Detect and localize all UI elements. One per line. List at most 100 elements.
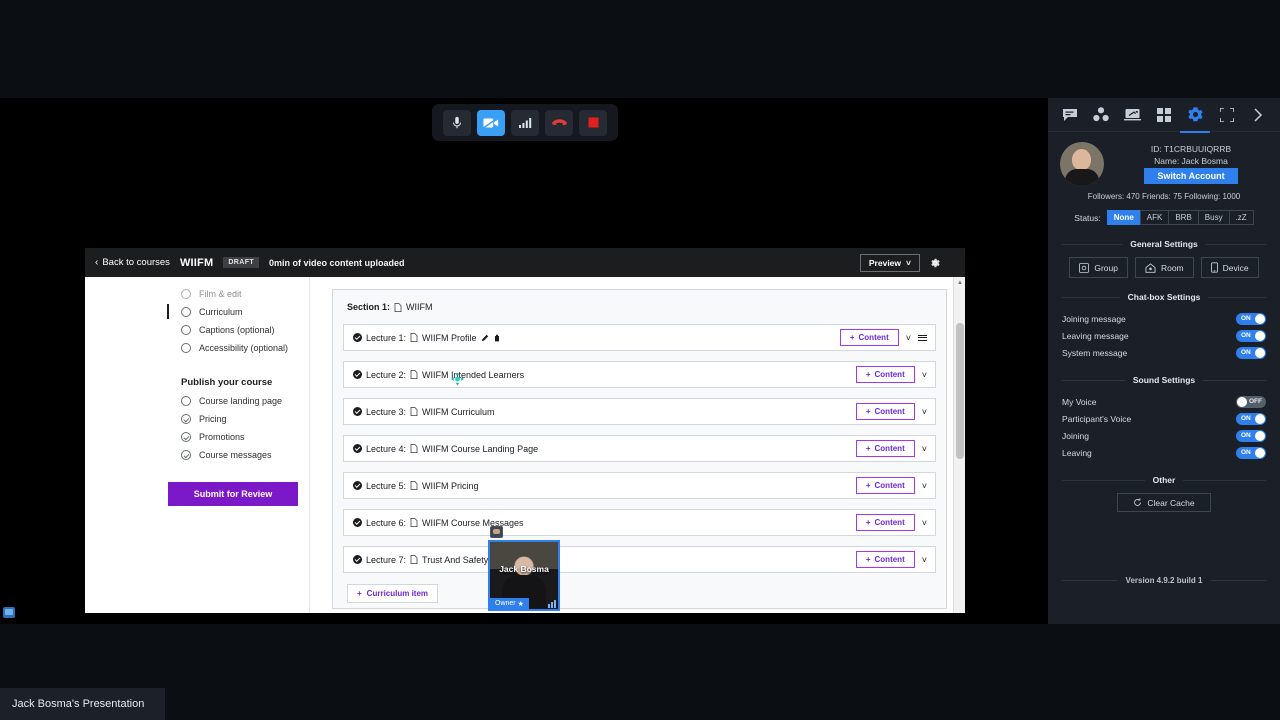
sidebar-item-course-landing-page[interactable]: Course landing page [85, 392, 310, 410]
leaving-sound-toggle[interactable]: ON [1236, 446, 1266, 459]
lecture-prefix: Lecture 7: [366, 554, 407, 565]
trash-icon[interactable] [493, 334, 501, 342]
device-settings-button[interactable]: Device [1200, 257, 1259, 278]
sidebar-tab-bar [1048, 98, 1280, 133]
scroll-up-arrow-icon[interactable]: ▲ [957, 280, 963, 286]
chevron-down-icon[interactable]: ˅ [922, 407, 927, 417]
joining-sound-toggle[interactable]: ON [1236, 429, 1266, 442]
preview-button[interactable]: Preview ˅ [859, 253, 920, 272]
fullscreen-tab[interactable] [1215, 103, 1239, 127]
udemy-course-header: ‹ Back to courses WIIFM DRAFT 0min of vi… [85, 248, 965, 277]
back-to-courses-link[interactable]: ‹ Back to courses [95, 257, 170, 268]
check-circle-icon [353, 370, 362, 379]
table-row[interactable]: Lecture 3: WIIFM Curriculum + Content ˅ [343, 398, 936, 425]
page-scrollbar[interactable]: ▲ ▼ [953, 277, 965, 613]
row-actions: + Content ˅ [855, 366, 927, 383]
status-option-afk[interactable]: AFK [1139, 210, 1169, 225]
my-voice-toggle[interactable]: OFF [1236, 395, 1266, 408]
profile-details: ID: T1CRBUUIQRRB Name: Jack Bosma Switch… [1114, 142, 1268, 186]
document-icon [410, 444, 418, 453]
self-view-tile[interactable]: Jack Bosma Owner ★ [488, 540, 560, 611]
lecture-prefix: Lecture 3: [366, 406, 407, 417]
chevron-down-icon[interactable]: ˅ [922, 481, 927, 491]
add-curriculum-item-button[interactable]: + Curriculum item [347, 584, 439, 603]
check-circle-icon [353, 518, 362, 527]
sidebar-item-film-edit[interactable]: Film & edit [85, 285, 310, 303]
add-content-button[interactable]: + Content [855, 514, 915, 531]
add-content-button[interactable]: + Content [855, 477, 915, 494]
screenshare-tab[interactable] [1121, 103, 1145, 127]
chevron-down-icon[interactable]: ˅ [906, 333, 911, 343]
version-label: Version 4.9.2 build 1 [1062, 576, 1266, 585]
status-badge: Owner ★ [490, 598, 529, 609]
record-button[interactable] [579, 109, 607, 136]
sidebar-item-promotions[interactable]: Promotions [85, 428, 310, 446]
microphone-button[interactable] [443, 109, 471, 136]
table-row[interactable]: Lecture 7: Trust And Safety + Content ˅ [343, 546, 936, 573]
add-content-button[interactable]: + Content [839, 329, 899, 346]
table-row[interactable]: Lecture 2: WIIFM Intended Learners + Con… [343, 361, 936, 388]
presenter-thumbnail-icon [490, 526, 503, 538]
sidebar-item-captions[interactable]: Captions (optional) [85, 321, 310, 339]
camera-button[interactable] [477, 109, 505, 136]
screen-share-icon [1124, 109, 1142, 121]
table-row[interactable]: Lecture 4: WIIFM Course Landing Page + C… [343, 435, 936, 462]
self-view-container: Jack Bosma Owner ★ [488, 526, 560, 611]
lecture-title: WIIFM Intended Learners [422, 369, 525, 380]
tray-presentation-icon[interactable] [3, 607, 15, 618]
drag-handle-icon[interactable] [918, 334, 927, 341]
add-content-button[interactable]: + Content [855, 403, 915, 420]
gear-icon[interactable] [929, 257, 941, 269]
network-stats-button[interactable] [511, 109, 539, 136]
status-option-none[interactable]: None [1106, 210, 1140, 225]
system-message-toggle[interactable]: ON [1236, 346, 1266, 359]
hangup-button[interactable] [545, 109, 573, 136]
switch-account-button[interactable]: Switch Account [1144, 168, 1238, 184]
edit-pencil-icon[interactable] [481, 334, 489, 342]
settings-tab[interactable] [1180, 103, 1211, 133]
sidebar-item-accessibility[interactable]: Accessibility (optional) [85, 339, 310, 357]
status-option-busy[interactable]: Busy [1197, 210, 1229, 225]
participants-tab[interactable] [1089, 103, 1113, 127]
profile-stats: Followers: 470 Friends: 75 Following: 10… [1087, 192, 1241, 201]
lecture-prefix: Lecture 1: [366, 332, 407, 343]
chevron-down-icon[interactable]: ˅ [922, 370, 927, 380]
table-row[interactable]: Lecture 6: WIIFM Course Messages + Conte… [343, 509, 936, 536]
radio-check-icon [181, 432, 191, 442]
lecture-prefix: Lecture 4: [366, 443, 407, 454]
clear-cache-button[interactable]: Clear Cache [1117, 493, 1211, 512]
add-content-button[interactable]: + Content [855, 551, 915, 568]
table-row[interactable]: Lecture 5: WIIFM Pricing + Content ˅ [343, 472, 936, 499]
collapse-tab[interactable] [1246, 103, 1270, 127]
chat-tab[interactable] [1058, 103, 1082, 127]
course-title: WIIFM [179, 256, 214, 269]
layout-tab[interactable] [1152, 103, 1176, 127]
owner-label: Owner [495, 600, 516, 607]
chevron-down-icon[interactable]: ˅ [922, 518, 927, 528]
scrollbar-thumb[interactable] [956, 323, 964, 459]
group-settings-button[interactable]: Group [1069, 257, 1128, 278]
settings-sidebar: ID: T1CRBUUIQRRB Name: Jack Bosma Switch… [1048, 98, 1280, 624]
chat-icon [1062, 108, 1077, 121]
submit-for-review-button[interactable]: Submit for Review [168, 482, 298, 506]
sidebar-item-curriculum[interactable]: Curriculum [85, 303, 310, 321]
sidebar-item-course-messages[interactable]: Course messages [85, 446, 310, 464]
avatar[interactable] [1060, 142, 1104, 186]
version-text: Version 4.9.2 build 1 [1125, 576, 1203, 585]
grid-icon [1156, 107, 1171, 122]
chevron-down-icon[interactable]: ˅ [922, 444, 927, 454]
sidebar-item-pricing[interactable]: Pricing [85, 410, 310, 428]
leaving-message-toggle[interactable]: ON [1236, 329, 1266, 342]
joining-message-toggle[interactable]: ON [1236, 312, 1266, 325]
taskbar-window-title[interactable]: Jack Bosma's Presentation [0, 688, 165, 720]
add-content-label: Content [874, 555, 905, 564]
status-option-brb[interactable]: BRB [1168, 210, 1198, 225]
add-content-button[interactable]: + Content [855, 366, 915, 383]
add-content-button[interactable]: + Content [855, 440, 915, 457]
status-option-zz[interactable]: .zZ [1228, 210, 1254, 225]
room-settings-button[interactable]: Room [1134, 257, 1194, 278]
lecture-label: Lecture 4: WIIFM Course Landing Page [353, 444, 538, 454]
participants-voice-toggle[interactable]: ON [1236, 412, 1266, 425]
chevron-down-icon[interactable]: ˅ [922, 555, 927, 565]
table-row[interactable]: Lecture 1: WIIFM Profile + Content ˅ [343, 324, 936, 351]
